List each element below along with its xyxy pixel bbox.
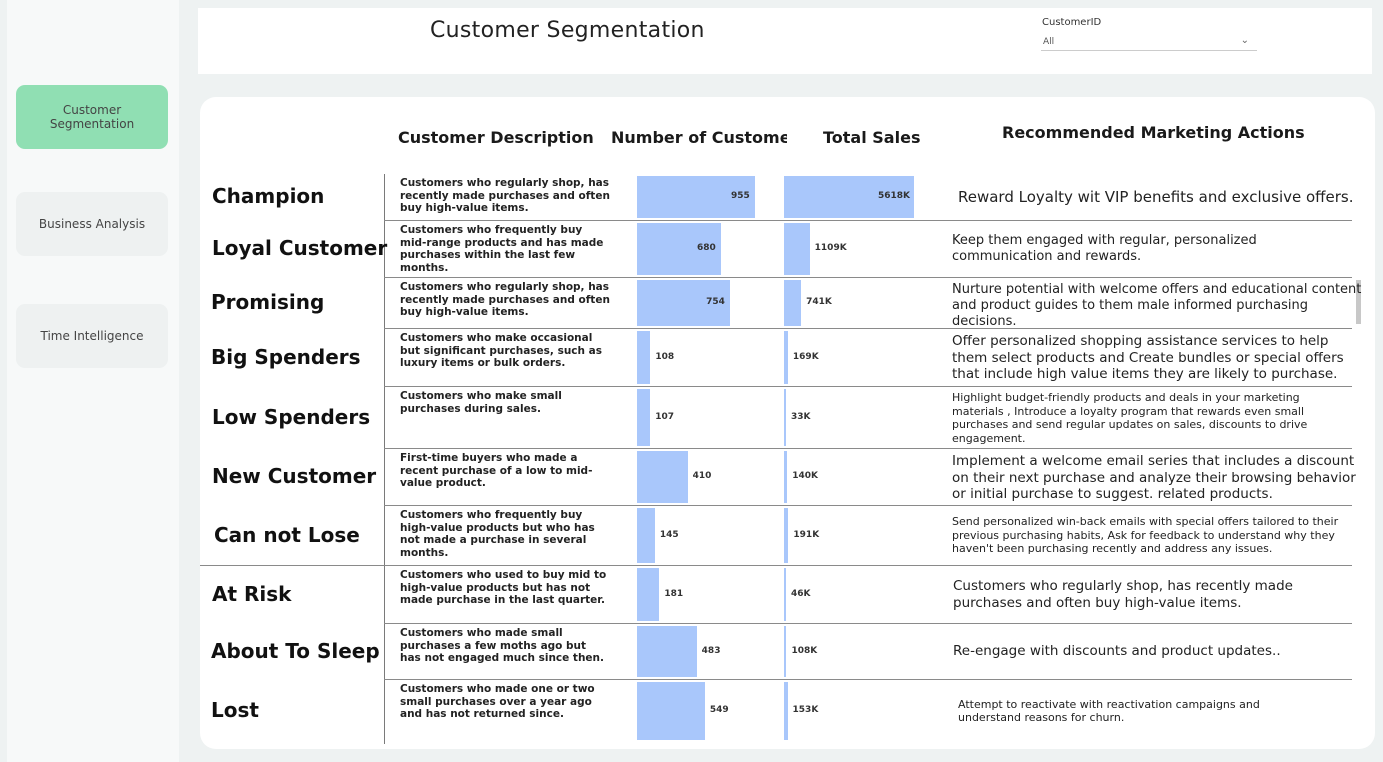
recommended-action: Implement a welcome email series that in… [952, 453, 1356, 502]
sales-bar[interactable] [784, 331, 788, 384]
recommended-action: Keep them engaged with regular, personal… [952, 233, 1257, 264]
sales-value-label: 46K [791, 588, 811, 599]
customerid-dropdown[interactable]: All ⌄ [1041, 33, 1257, 51]
row-divider [384, 679, 1352, 680]
segment-description: Customers who make small purchases durin… [400, 390, 562, 415]
segment-description: Customers who made small purchases a few… [400, 627, 605, 664]
nav-customer-segmentation[interactable]: Customer Segmentation [16, 85, 168, 149]
row-divider [384, 277, 1352, 278]
recommended-action: Send personalized win-back emails with s… [952, 515, 1339, 555]
page-title: Customer Segmentation [430, 18, 705, 43]
customers-bar[interactable] [637, 568, 660, 621]
sales-bar[interactable] [784, 508, 789, 563]
segment-name: Can not Lose [214, 522, 360, 547]
customerid-dropdown-value: All [1043, 37, 1055, 47]
row-divider [384, 505, 1352, 506]
header-number-of-customers: Number of Customers [611, 128, 787, 147]
nav-label: Business Analysis [38, 217, 146, 231]
segment-description: Customers who frequently buy high-value … [400, 509, 595, 559]
segment-name: Low Spenders [212, 404, 371, 429]
customers-value-label: 955 [731, 191, 750, 201]
segment-description: Customers who regularly shop, has recent… [400, 281, 610, 318]
segment-description: Customers who used to buy mid to high-va… [400, 569, 607, 606]
segment-description: Customers who frequently buy mid-range p… [400, 224, 604, 274]
sales-bar[interactable] [784, 451, 788, 503]
row-divider [384, 386, 1352, 387]
customers-bar[interactable] [637, 331, 651, 384]
sales-value-label: 1109K [814, 243, 847, 253]
sales-bar[interactable] [784, 682, 788, 740]
segment-name: Big Spenders [211, 344, 361, 369]
nav-business-analysis[interactable]: Business Analysis [16, 192, 168, 256]
customers-value-label: 410 [692, 471, 712, 481]
customers-value-label: 483 [701, 645, 721, 656]
header-total-sales: Total Sales [823, 128, 921, 147]
row-divider [200, 565, 1352, 566]
customerid-filter-label: CustomerID [1042, 17, 1102, 28]
recommended-action: Re-engage with discounts and product upd… [953, 643, 1281, 659]
segment-name: Champion [212, 184, 325, 208]
segmentation-table: Customer Description Number of Customers… [200, 97, 1375, 749]
segment-name: New Customer [212, 464, 377, 488]
sales-value-label: 169K [792, 351, 819, 362]
recommended-action: Attempt to reactivate with reactivation … [958, 697, 1260, 725]
customers-bar[interactable] [637, 389, 651, 446]
customers-bar[interactable] [637, 508, 655, 563]
sales-bar[interactable] [784, 389, 786, 446]
segment-name: Loyal Customer [212, 236, 388, 260]
sales-bar[interactable] [784, 280, 802, 326]
sales-value-label: 153K [792, 705, 819, 715]
segment-description: Customers who regularly shop, has recent… [400, 177, 610, 214]
header-description: Customer Description [398, 128, 594, 147]
customers-bar[interactable] [637, 682, 705, 740]
customers-value-label: 549 [709, 705, 729, 715]
customers-value-label: 680 [697, 243, 716, 253]
customers-value-label: 107 [655, 411, 675, 422]
customers-value-label: 754 [706, 297, 725, 307]
recommended-action: Customers who regularly shop, has recent… [953, 578, 1293, 611]
nav-time-intelligence[interactable]: Time Intelligence [16, 304, 168, 368]
recommended-action: Highlight budget-friendly products and d… [952, 391, 1308, 445]
recommended-action: Nurture potential with welcome offers an… [952, 282, 1362, 326]
nav-label: Customer Segmentation [49, 103, 135, 131]
recommended-action: Offer personalized shopping assistance s… [952, 333, 1344, 382]
sales-bar[interactable] [784, 568, 786, 621]
sales-value-label: 5618K [878, 191, 911, 201]
chevron-down-icon: ⌄ [1240, 35, 1249, 46]
segment-name: About To Sleep [211, 638, 380, 663]
row-divider [384, 220, 1352, 221]
row-divider [384, 623, 1352, 624]
sales-value-label: 108K [791, 645, 818, 656]
sales-bar[interactable] [784, 223, 810, 275]
segment-name: At Risk [212, 581, 292, 606]
header: Customer Segmentation CustomerID All ⌄ [198, 8, 1372, 74]
customers-value-label: 145 [659, 529, 679, 540]
row-divider [384, 328, 1352, 329]
sidebar: Customer Segmentation Business Analysis … [7, 0, 179, 762]
customers-value-label: 181 [664, 588, 684, 599]
recommended-action: Reward Loyalty wit VIP benefits and excl… [958, 188, 1354, 206]
sales-value-label: 191K [793, 529, 820, 540]
sales-bar[interactable] [784, 626, 787, 677]
sales-value-label: 33K [791, 411, 811, 422]
segment-description: Customers who make occasional but signif… [400, 332, 602, 369]
customers-bar[interactable] [637, 451, 688, 503]
segment-name: Lost [211, 698, 259, 722]
row-divider [384, 448, 1352, 449]
customers-bar[interactable] [637, 626, 697, 677]
header-recommended-actions: Recommended Marketing Actions [1002, 123, 1305, 142]
sales-value-label: 140K [792, 471, 818, 481]
customers-value-label: 108 [655, 351, 675, 362]
segment-name: Promising [211, 290, 325, 314]
segment-description: Customers who made one or two small purc… [400, 683, 595, 720]
sales-value-label: 741K [806, 297, 832, 307]
segment-description: First-time buyers who made a recent purc… [400, 452, 593, 489]
nav-label: Time Intelligence [40, 329, 144, 343]
